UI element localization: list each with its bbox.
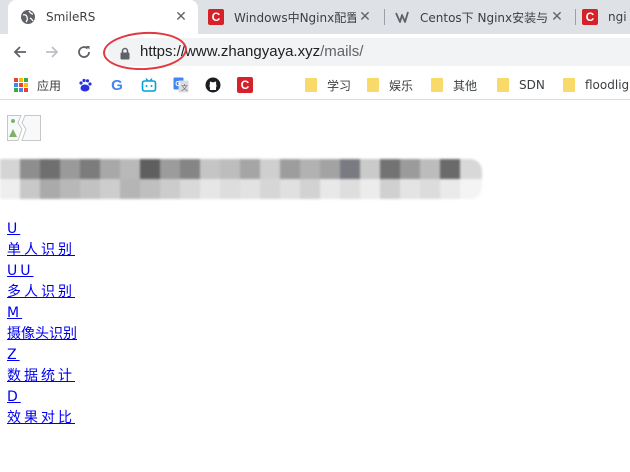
menu-link-camera-recognition[interactable]: 摄像头识别	[7, 324, 77, 345]
apps-icon	[13, 77, 29, 93]
globe-icon	[20, 9, 36, 25]
broken-image-icon	[7, 115, 41, 141]
bookmark-translate[interactable]: G文	[173, 76, 197, 94]
menu-link-u[interactable]: U	[7, 219, 77, 240]
bookmark-apps[interactable]: 应用	[13, 76, 61, 94]
menu-link-z[interactable]: Z	[7, 345, 77, 366]
bookmark-label: 应用	[37, 78, 62, 93]
bookmark-label: SDN	[519, 78, 545, 92]
csdn-icon: C	[237, 77, 253, 93]
reload-button[interactable]	[72, 40, 96, 64]
menu-link-m[interactable]: M	[7, 303, 77, 324]
menu-link-multi-person-recognition[interactable]: 多人识别	[7, 282, 77, 303]
menu-link-data-statistics[interactable]: 数据统计	[7, 366, 77, 387]
bookmark-label: 其他	[453, 78, 478, 93]
tab-windows-nginx[interactable]: C Windows中Nginx配置 ✕	[202, 0, 382, 34]
close-icon[interactable]: ✕	[548, 8, 566, 26]
bookmark-baidu[interactable]	[77, 76, 101, 94]
translate-icon: G文	[173, 77, 189, 93]
browser-toolbar: https://www.zhangyaya.xyz/mails/	[0, 34, 630, 70]
bookmarks-bar: 应用 G G文 C 学习 娱乐 其他 SDN floodlig	[0, 70, 630, 100]
menu-link-single-person-recognition[interactable]: 单人识别	[7, 240, 77, 261]
bookmark-bilibili[interactable]	[141, 76, 165, 94]
tab-title: Windows中Nginx配置	[234, 10, 356, 25]
tab-title: ngi	[608, 10, 627, 24]
baidu-icon	[77, 77, 93, 93]
sns-icon	[394, 9, 410, 25]
back-button[interactable]	[8, 40, 32, 64]
tab-title: SmileRS	[46, 10, 96, 24]
tab-smilers[interactable]: SmileRS ✕	[8, 0, 198, 34]
close-icon[interactable]: ✕	[172, 8, 190, 26]
folder-icon	[303, 77, 319, 93]
arrow-left-icon	[13, 46, 26, 58]
tab-separator	[384, 9, 385, 25]
github-icon	[205, 77, 221, 93]
menu-link-effect-comparison[interactable]: 效果对比	[7, 408, 77, 429]
bilibili-icon	[141, 77, 157, 93]
forward-button[interactable]	[40, 40, 64, 64]
tab-strip: SmileRS ✕ C Windows中Nginx配置 ✕ Centos下 Ng…	[0, 0, 630, 34]
bookmark-google[interactable]: G	[109, 76, 133, 94]
csdn-icon: C	[208, 9, 224, 25]
bookmark-folder-sdn[interactable]: SDN	[495, 76, 545, 94]
bookmark-label: 娱乐	[389, 78, 414, 93]
tab-centos-nginx[interactable]: Centos下 Nginx安装与 ✕	[388, 0, 574, 34]
bookmark-csdn[interactable]: C	[237, 76, 261, 94]
bookmark-label: floodligh	[585, 78, 630, 92]
bookmark-folder-floodlight[interactable]: floodligh	[561, 76, 630, 94]
google-icon: G	[111, 76, 123, 94]
menu-link-uu[interactable]: UU	[7, 261, 77, 282]
bookmark-folder-other[interactable]: 其他	[429, 76, 477, 94]
svg-text:文: 文	[181, 83, 188, 92]
url-path: /mails/	[320, 43, 364, 60]
folder-icon	[495, 77, 511, 93]
bookmark-github[interactable]	[205, 76, 229, 94]
reload-icon	[78, 46, 90, 58]
url-host: www.zhangyaya.xyz	[185, 43, 321, 60]
folder-icon	[365, 77, 381, 93]
main-menu: U 单人识别 UU 多人识别 M 摄像头识别 Z 数据统计 D 效果对比	[7, 219, 77, 429]
menu-link-d[interactable]: D	[7, 387, 77, 408]
folder-icon	[429, 77, 445, 93]
folder-icon	[561, 77, 577, 93]
page-content: U 单人识别 UU 多人识别 M 摄像头识别 Z 数据统计 D 效果对比	[0, 101, 630, 472]
bookmark-folder-study[interactable]: 学习	[303, 76, 351, 94]
arrow-right-icon	[46, 46, 59, 58]
blurred-logo-image	[0, 159, 482, 199]
bookmark-folder-entertainment[interactable]: 娱乐	[365, 76, 413, 94]
close-icon[interactable]: ✕	[356, 8, 374, 26]
bookmark-label: 学习	[327, 78, 352, 93]
csdn-icon: C	[582, 9, 598, 25]
tab-separator	[575, 9, 576, 25]
tab-nginx[interactable]: C ngi	[578, 0, 630, 34]
tab-title: Centos下 Nginx安装与	[420, 10, 548, 25]
